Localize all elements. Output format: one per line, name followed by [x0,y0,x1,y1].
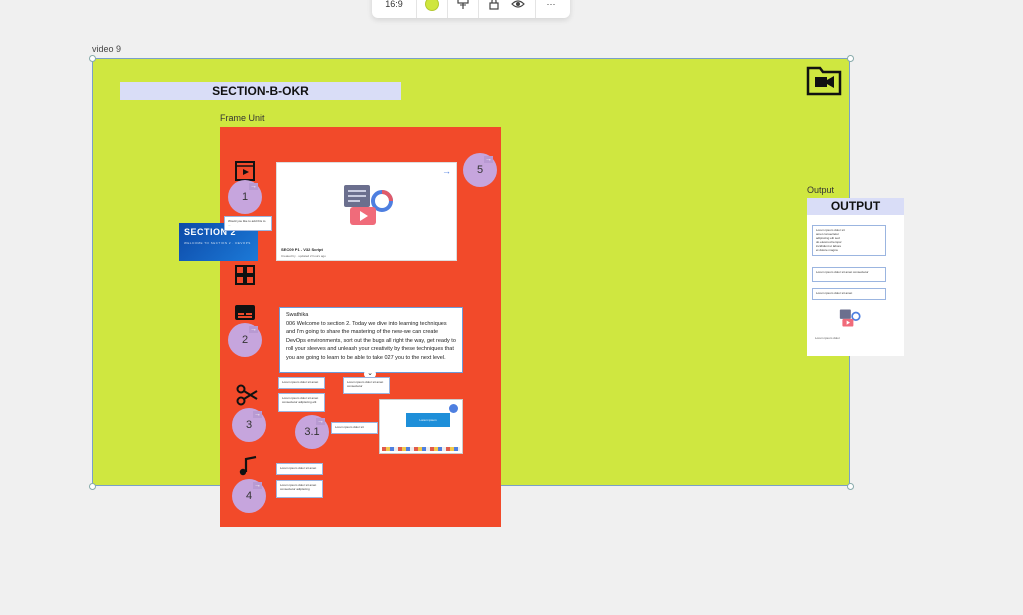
step-circle-2[interactable]: 2 → [228,323,262,357]
resize-handle-br[interactable] [847,483,854,490]
step-number: 5 [476,164,484,176]
mini-note[interactable]: Lorem ipsum dolor sit amet consectetur a… [278,393,325,412]
screenshot-badge [449,404,458,413]
board-color-button[interactable] [417,0,448,18]
step-circle-5[interactable]: 5 → [463,153,497,187]
arrow-icon: → [316,418,325,425]
output-box-3-text: Lorem ipsum dolor sit amet [816,291,853,295]
screenshot-card[interactable]: Lorem ipsum [379,399,463,454]
board-label: video 9 [92,44,122,54]
mini-note[interactable]: Lorem ipsum dolor sit amet consectetur a… [276,480,323,498]
step-number: 3 [245,419,253,431]
output-box-3[interactable]: Lorem ipsum dolor sit amet [812,288,886,300]
arrow-icon: → [253,411,262,418]
mini-note-text: Lorem ipsum dolor sit amet [280,466,317,470]
arrow-icon: → [253,482,262,489]
mini-note[interactable]: Lorem ipsum dolor sit amet [276,463,323,475]
taskbar-strip [382,447,460,451]
video-card[interactable]: → SEC09 P1 - V32 Script Created by · upd… [276,162,457,261]
section-title: SECTION-B-OKR [120,82,401,100]
resize-handle-bl[interactable] [89,483,96,490]
media-grid-icon [235,265,255,285]
step-number: 3.1 [304,426,320,438]
transcript-speaker: Swathika [286,312,309,318]
step-circle-3-1[interactable]: 3.1 → [295,415,329,449]
mini-note-text: Lorem ipsum dolor sit [335,425,364,429]
frame-label: Frame Unit [220,113,265,123]
mini-note-text: Lorem ipsum dolor sit amet consectetur [347,380,384,388]
aspect-ratio-button[interactable]: 16:9 [372,0,417,18]
music-note-icon [239,455,257,476]
mini-note-text: Lorem ipsum dolor sit amet [282,380,319,384]
mini-note[interactable]: Lorem ipsum dolor sit amet [278,377,325,389]
film-icon [235,161,255,181]
folder-video-icon [806,66,842,96]
output-line: et dolore magna [816,248,838,252]
transcript-text: 006 Welcome to section 2. Today we dive … [286,320,456,361]
step-circle-4[interactable]: 4 → [232,479,266,513]
open-arrow-icon[interactable]: → [442,166,451,176]
style-button[interactable] [448,0,479,18]
video-card-meta: Created by · updated 2 hours ago [281,254,326,258]
eye-icon[interactable] [511,0,525,9]
step-number: 1 [241,191,249,203]
screenshot-button: Lorem ipsum [406,413,450,427]
section-thumbnail-subtitle: WELCOME TO SECTION 2 · DEVOPS [184,241,251,245]
video-thumbnail-icon [344,185,393,225]
color-swatch [425,0,439,11]
output-box-1[interactable]: Lorem ipsum dolor sit amet consectetur a… [812,225,886,256]
video-thumbnail-icon [839,309,861,327]
arrow-icon: → [249,326,258,333]
transcript-card[interactable]: Swathika 006 Welcome to section 2. Today… [279,307,463,373]
step-number: 2 [241,334,249,346]
floating-toolbar: 16:9 ··· [372,0,570,18]
arrow-icon: → [484,156,493,163]
output-footer: Lorem ipsum dolor [815,336,840,340]
output-panel[interactable]: OUTPUT Lorem ipsum dolor sit amet consec… [807,198,904,356]
resize-handle-tl[interactable] [89,55,96,62]
mini-note-text: Lorem ipsum dolor sit amet consectetur a… [282,396,319,404]
output-box-2-text: Lorem ipsum dolor sit amet consectetur [816,270,869,274]
output-label: Output [807,185,835,195]
mini-note[interactable]: Lorem ipsum dolor sit amet consectetur [343,377,390,394]
output-title: OUTPUT [807,198,904,215]
step-circle-1[interactable]: 1 → [228,180,262,214]
output-box-2[interactable]: Lorem ipsum dolor sit amet consectetur [812,267,886,282]
lock-view-group [479,0,536,18]
note-card-text: Would you like to add this to ... [228,219,266,227]
step-circle-3[interactable]: 3 → [232,408,266,442]
scissors-icon [236,384,258,406]
video-card-title: SEC09 P1 - V32 Script [281,247,323,252]
paint-roller-icon [457,0,469,9]
more-button[interactable]: ··· [536,0,566,18]
step-number: 4 [245,490,253,502]
lock-icon[interactable] [489,0,499,10]
mini-note-text: Lorem ipsum dolor sit amet consectetur a… [280,483,317,491]
mini-note[interactable]: Lorem ipsum dolor sit [331,422,378,434]
note-card[interactable]: Would you like to add this to ... [224,216,272,231]
subtitles-icon [235,305,255,320]
aspect-ratio-label: 16:9 [385,0,403,9]
resize-handle-tr[interactable] [847,55,854,62]
more-icon: ··· [546,0,556,9]
arrow-icon: → [249,183,258,190]
